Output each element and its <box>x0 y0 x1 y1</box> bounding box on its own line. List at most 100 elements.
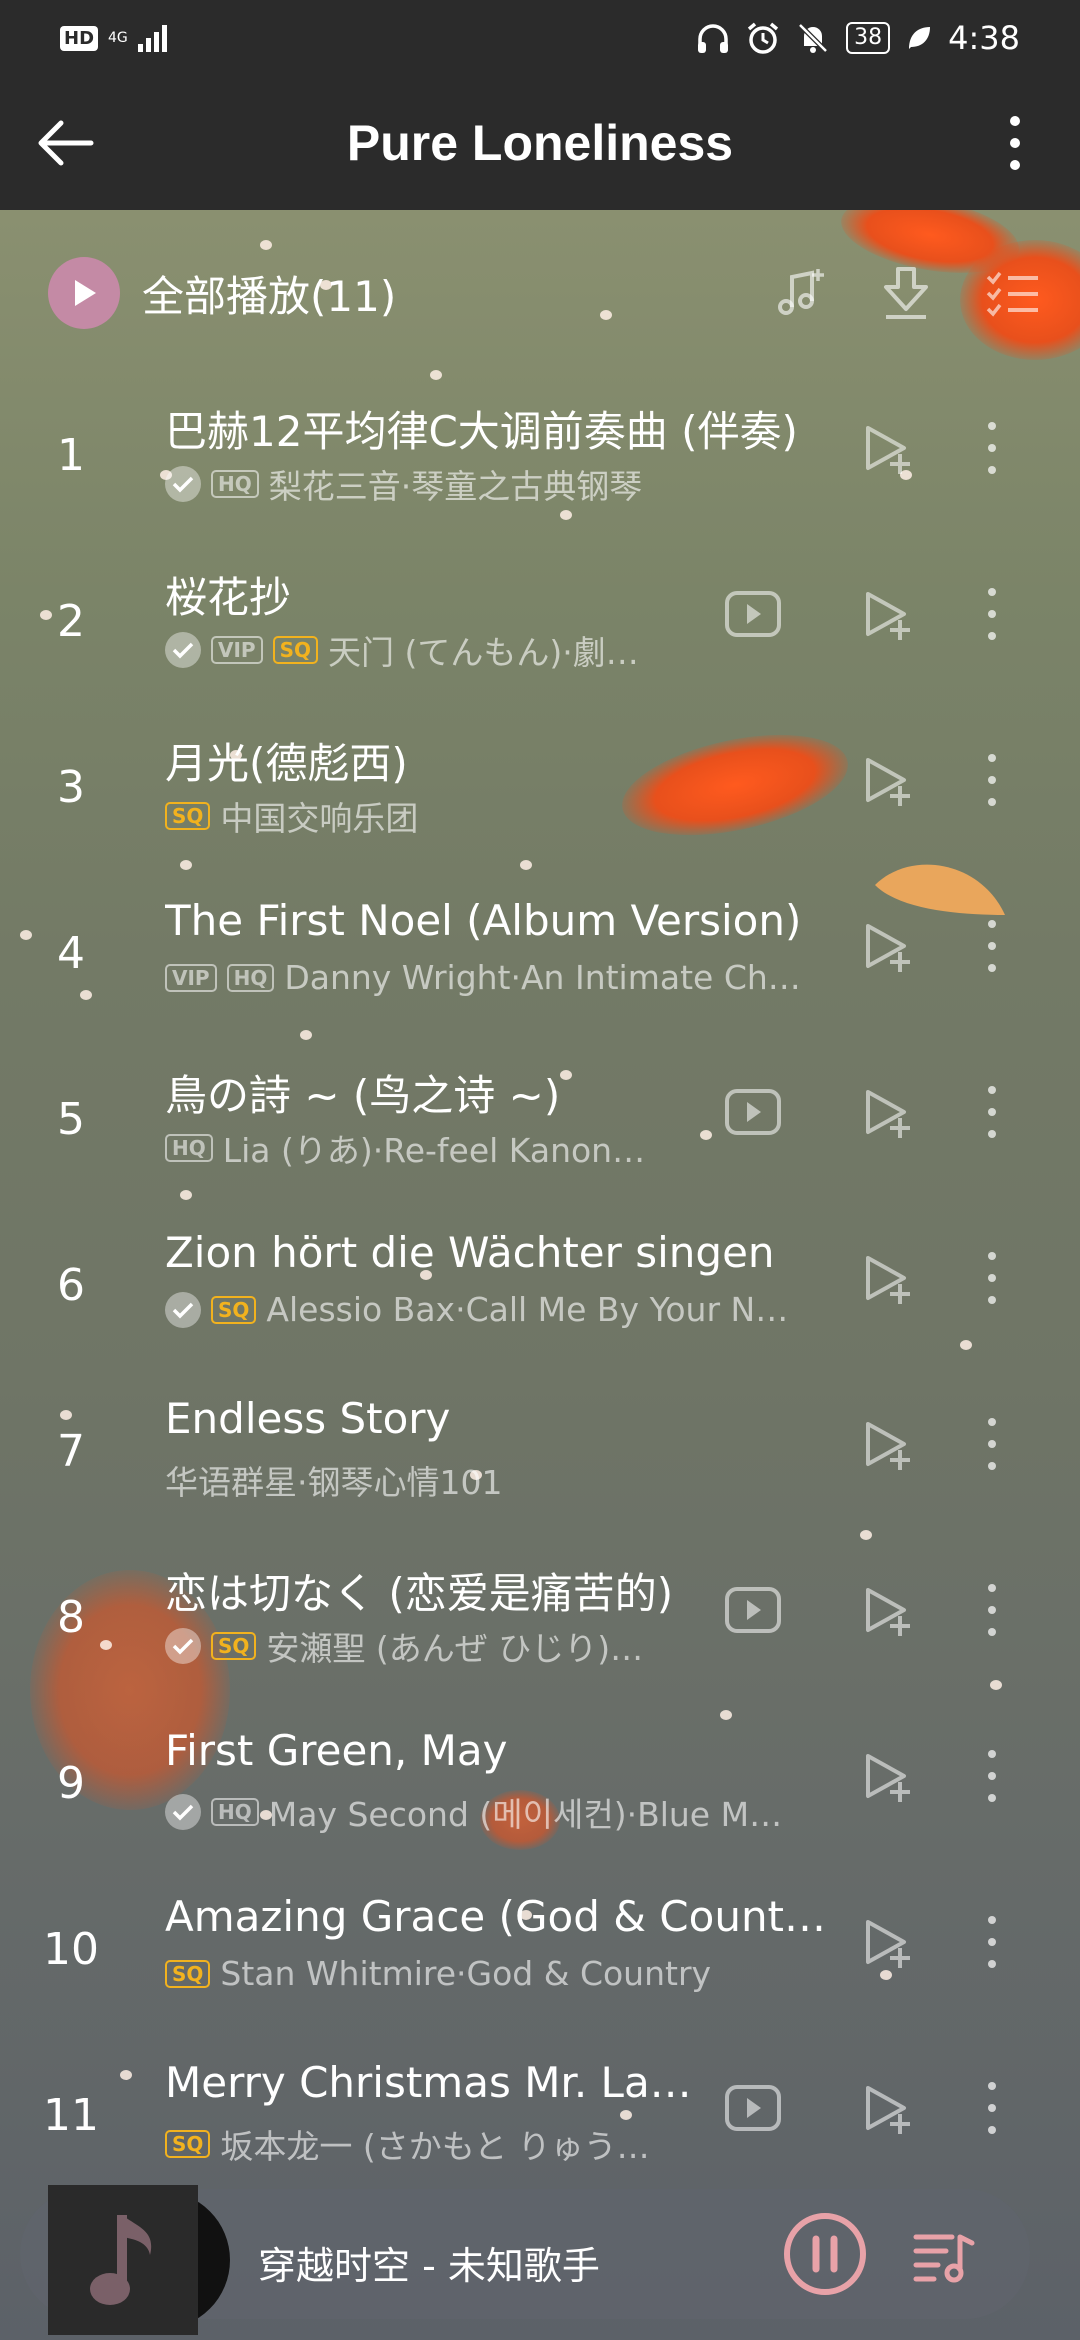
add-to-playlist-icon[interactable] <box>860 1418 916 1478</box>
sq-badge: SQ <box>165 2130 211 2158</box>
hq-badge: HQ <box>226 963 275 992</box>
add-to-playlist-icon[interactable] <box>860 422 916 482</box>
play-icon <box>75 280 96 306</box>
multi-select-icon[interactable] <box>984 265 1040 321</box>
artist-album: Danny Wright·An Intimate Ch… <box>284 958 801 997</box>
vip-badge: VIP <box>211 636 263 664</box>
song-title: 巴赫12平均律C大调前奏曲 (伴奏) <box>165 407 798 456</box>
mini-player[interactable]: 穿越时空 - 未知歌手 <box>0 2185 1080 2340</box>
song-title: 恋は切なく (恋爱是痛苦的) <box>165 1569 674 1618</box>
add-to-playlist-icon[interactable] <box>860 2082 916 2142</box>
downloaded-check-icon <box>165 466 201 502</box>
sq-badge: SQ <box>272 636 318 664</box>
artist-album: 天门 (てんもん)·劇… <box>327 633 639 672</box>
song-row[interactable]: 9 First Green, May HQ May Second (메이세컨)·Blu… <box>0 1704 1080 1870</box>
artist-album: 安瀬聖 (あんぜ ひじり)… <box>266 1629 644 1668</box>
app-header: Pure Loneliness <box>0 76 1080 210</box>
song-row[interactable]: 1 巴赫12平均律C大调前奏曲 (伴奏) HQ 梨花三音·琴童之古典钢琴 <box>0 376 1080 542</box>
list-actions <box>772 265 1080 321</box>
play-all-button[interactable] <box>48 257 120 329</box>
song-row[interactable]: 10 Amazing Grace (God & Count… SQ Stan Whit… <box>0 1870 1080 2036</box>
track-number: 2 <box>57 596 85 647</box>
artist-album: 华语群星·钢琴心情101 <box>165 1463 503 1502</box>
add-to-playlist-icon[interactable] <box>860 1584 916 1644</box>
song-more-icon[interactable] <box>985 1916 999 1968</box>
song-row[interactable]: 4 The First Noel (Album Version) VIP HQ Dann… <box>0 874 1080 1040</box>
song-title: 月光(德彪西) <box>165 739 408 788</box>
album-cover[interactable] <box>48 2185 198 2335</box>
clock: 4:38 <box>948 19 1020 57</box>
song-row[interactable]: 2 桜花抄 VIP SQ 天门 (てんもん)·劇… <box>0 542 1080 708</box>
song-meta: SQ Stan Whitmire·God & Country <box>165 1954 711 1993</box>
song-more-icon[interactable] <box>985 1418 999 1470</box>
track-number: 10 <box>43 1924 99 1975</box>
track-number: 1 <box>57 430 85 481</box>
playlist-queue-icon[interactable] <box>912 2223 976 2287</box>
back-button[interactable] <box>0 76 130 210</box>
add-to-playlist-icon[interactable] <box>860 1750 916 1810</box>
song-row[interactable]: 3 月光(德彪西) SQ 中国交响乐团 <box>0 708 1080 874</box>
song-row[interactable]: 8 恋は切なく (恋爱是痛苦的) SQ 安瀬聖 (あんぜ ひじり)… <box>0 1538 1080 1704</box>
song-row[interactable]: 6 Zion hört die Wächter singen SQ Alessio B… <box>0 1206 1080 1372</box>
song-title: The First Noel (Album Version) <box>165 896 802 945</box>
add-to-playlist-icon[interactable] <box>860 1252 916 1312</box>
song-more-icon[interactable] <box>985 1750 999 1802</box>
mv-play-icon[interactable] <box>724 1586 782 1638</box>
song-title: 鳥の詩 ~ (鸟之诗 ~) <box>165 1071 561 1120</box>
add-to-playlist-icon[interactable] <box>860 588 916 648</box>
song-title: Endless Story <box>165 1394 451 1443</box>
page-title: Pure Loneliness <box>346 115 734 171</box>
track-number: 7 <box>57 1426 85 1477</box>
song-more-icon[interactable] <box>985 588 999 640</box>
song-meta: SQ 安瀬聖 (あんぜ ひじり)… <box>165 1622 643 1670</box>
add-to-playlist-icon[interactable] <box>860 920 916 980</box>
song-meta: HQ Lia (りあ)·Re-feel Kanon… <box>165 1124 645 1172</box>
mute-bell-icon <box>798 23 828 53</box>
song-more-icon[interactable] <box>985 1086 999 1138</box>
download-icon[interactable] <box>878 265 934 321</box>
hq-badge: HQ <box>165 1134 213 1162</box>
song-meta: HQ 梨花三音·琴童之古典钢琴 <box>165 460 642 508</box>
song-more-icon[interactable] <box>985 2082 999 2134</box>
add-music-icon[interactable] <box>772 265 828 321</box>
song-more-icon[interactable] <box>985 920 999 972</box>
vip-badge: VIP <box>165 963 217 992</box>
song-row[interactable]: 5 鳥の詩 ~ (鸟之诗 ~) HQ Lia (りあ)·Re-feel Kanon… <box>0 1040 1080 1206</box>
more-options-button[interactable] <box>950 76 1080 210</box>
mv-play-icon[interactable] <box>724 590 782 642</box>
add-to-playlist-icon[interactable] <box>860 1086 916 1146</box>
pause-button[interactable] <box>782 2211 868 2297</box>
play-all-row[interactable]: 全部播放(11) <box>0 210 1080 376</box>
mv-play-icon[interactable] <box>724 1088 782 1140</box>
status-right: 38 4:38 <box>696 19 1020 57</box>
song-meta: SQ Alessio Bax·Call Me By Your N… <box>165 1290 788 1329</box>
sq-badge: SQ <box>211 1632 257 1660</box>
downloaded-check-icon <box>165 1291 201 1328</box>
song-more-icon[interactable] <box>985 1584 999 1636</box>
track-number: 3 <box>57 762 85 813</box>
song-more-icon[interactable] <box>985 422 999 474</box>
hq-badge: HQ <box>211 470 259 498</box>
leaf-saver-icon <box>909 27 931 49</box>
song-meta: SQ 坂本龙一 (さかもと りゅう… <box>165 2120 650 2168</box>
song-row[interactable]: 7 Endless Story 华语群星·钢琴心情101 <box>0 1372 1080 1538</box>
song-more-icon[interactable] <box>985 1252 999 1304</box>
song-meta: 华语群星·钢琴心情101 <box>165 1456 502 1504</box>
track-number: 8 <box>57 1592 85 1643</box>
sq-badge: SQ <box>165 802 211 830</box>
song-meta: VIP HQ Danny Wright·An Intimate Ch… <box>165 958 801 997</box>
artist-album: Lia (りあ)·Re-feel Kanon… <box>222 1131 646 1170</box>
song-title: Merry Christmas Mr. La… <box>165 2058 692 2107</box>
add-to-playlist-icon[interactable] <box>860 754 916 814</box>
sq-badge: SQ <box>165 1959 211 1988</box>
artist-album: 中国交响乐团 <box>220 799 419 838</box>
song-meta: VIP SQ 天门 (てんもん)·劇… <box>165 626 639 674</box>
song-row[interactable]: 11 Merry Christmas Mr. La… SQ 坂本龙一 (さかもと りゅ… <box>0 2036 1080 2202</box>
arrow-left-icon <box>38 120 94 166</box>
song-more-icon[interactable] <box>985 754 999 806</box>
add-to-playlist-icon[interactable] <box>860 1916 916 1976</box>
track-number: 6 <box>57 1260 85 1311</box>
mv-play-icon[interactable] <box>724 2084 782 2136</box>
artist-album: Stan Whitmire·God & Country <box>220 1954 712 1993</box>
artist-album: 梨花三音·琴童之古典钢琴 <box>268 467 643 506</box>
